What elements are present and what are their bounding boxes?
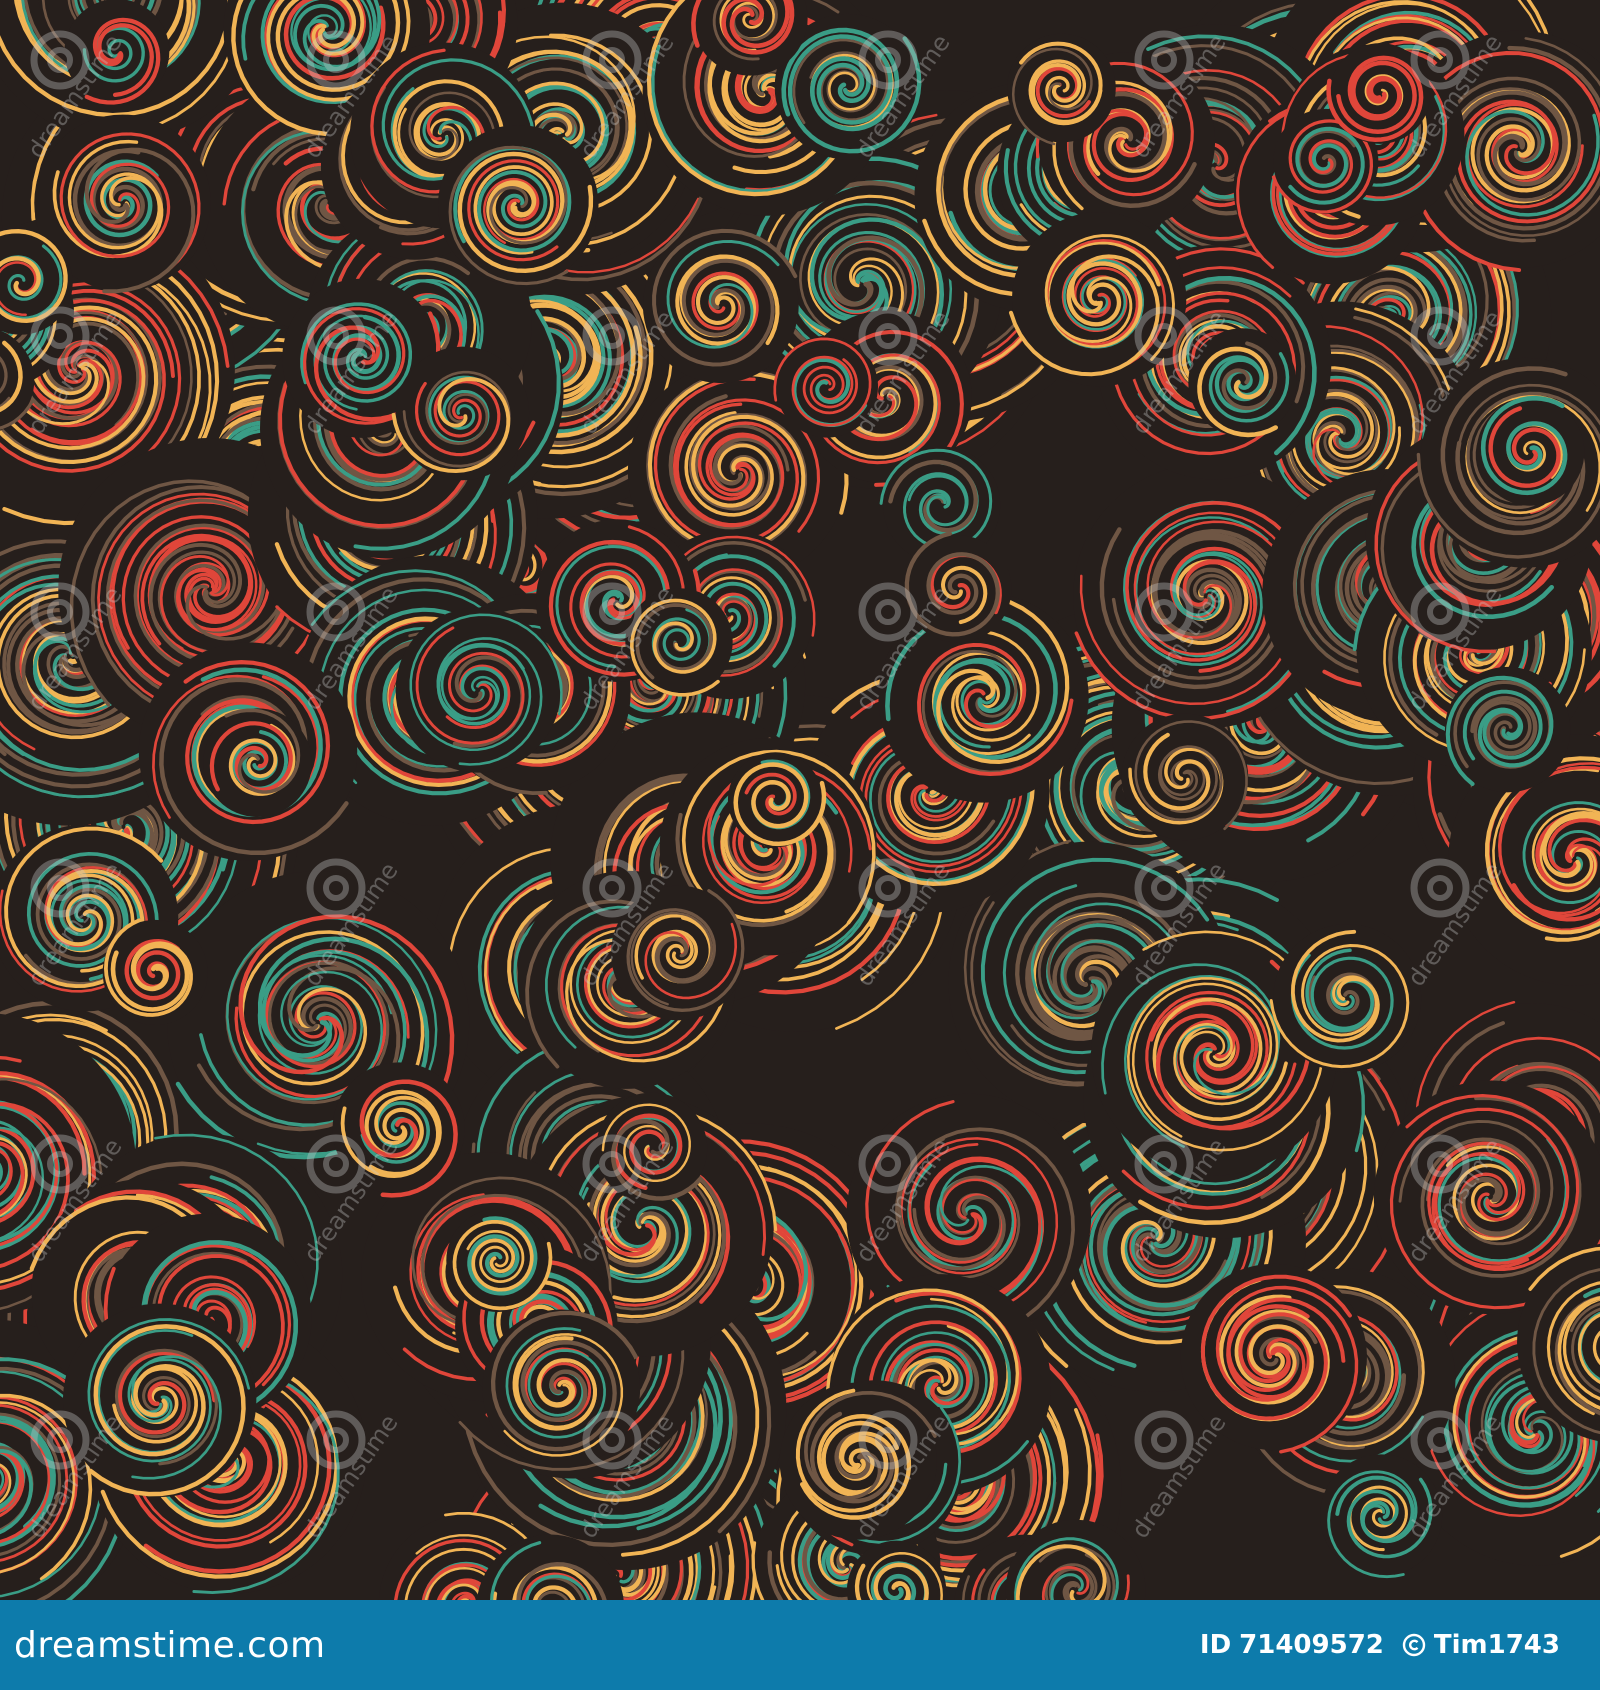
image-author[interactable]: Tim1743: [1402, 1630, 1560, 1660]
swirl-layer: [0, 0, 1600, 1600]
swirl: [1476, 395, 1585, 506]
swirl: [482, 1309, 641, 1468]
swirl-backing: [395, 607, 561, 773]
author-name: Tim1743: [1433, 1630, 1560, 1660]
swirl: [1444, 666, 1571, 793]
swirl: [437, 124, 599, 286]
swirl-pattern-artwork: dreamstime dreamstime dreamstime dreamstime…: [0, 0, 1600, 1600]
swirl: [1121, 713, 1249, 841]
image-id-value: 71409572: [1239, 1630, 1384, 1660]
swirl: [395, 607, 563, 773]
image-id: ID 71409572: [1200, 1630, 1384, 1660]
copyright-icon: [1402, 1633, 1426, 1657]
swirl-pattern-canvas: dreamstime dreamstime dreamstime dreamstime…: [0, 0, 1600, 1600]
footer-bar: dreamstime.com ID 71409572 Tim1743: [0, 1600, 1600, 1690]
image-id-label: ID: [1199, 1630, 1232, 1660]
image-meta: ID 71409572 Tim1743: [1200, 1630, 1560, 1660]
swirl: [102, 918, 208, 1026]
swirl: [203, 708, 312, 818]
dreamstime-logo-text[interactable]: dreamstime.com: [14, 1625, 326, 1666]
swirl: [642, 227, 799, 384]
